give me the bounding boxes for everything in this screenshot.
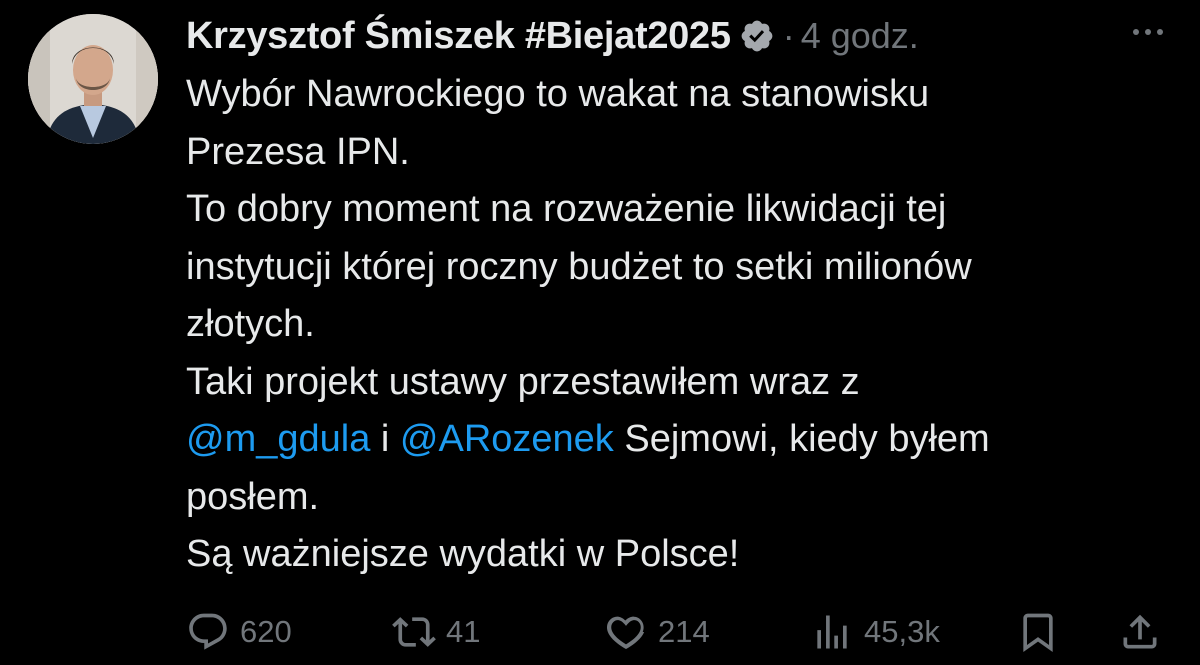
share-button[interactable] xyxy=(1118,604,1162,660)
author-name[interactable]: Krzysztof Śmiszek #Biejat2025 xyxy=(186,15,731,58)
bookmark-icon xyxy=(1016,610,1060,654)
more-dots-icon[interactable] xyxy=(1130,22,1166,42)
mention-link[interactable]: @ARozenek xyxy=(400,418,614,460)
tweet-line: posłem. xyxy=(186,475,320,518)
retweet-count: 41 xyxy=(446,614,481,649)
reply-button[interactable]: 620 xyxy=(186,604,292,660)
tweet-timestamp[interactable]: 4 godz. xyxy=(801,15,919,57)
views-bar-chart-icon xyxy=(810,610,854,654)
tweet-line: Prezesa IPN. xyxy=(186,130,410,173)
like-button[interactable]: 214 xyxy=(604,604,710,660)
verified-badge-icon[interactable] xyxy=(739,18,775,54)
share-icon xyxy=(1118,610,1162,654)
avatar-image xyxy=(28,14,158,144)
action-bar: 620 41 214 45,3k xyxy=(186,604,1166,660)
tweet-line: Wybór Nawrockiego to wakat na stanowisku xyxy=(186,73,930,115)
reply-count: 620 xyxy=(240,614,292,649)
heart-icon xyxy=(604,610,648,654)
avatar[interactable] xyxy=(28,14,158,144)
views-count: 45,3k xyxy=(864,614,940,649)
tweet-line: instytucji której roczny budżet to setki… xyxy=(186,245,972,288)
tweet-line: złotych. xyxy=(186,303,315,345)
tweet-line-mentions: @m_gdula i @ARozenek Sejmowi, kiedy byłe… xyxy=(186,411,1166,469)
like-count: 214 xyxy=(658,614,710,649)
tweet-line: To dobry moment na rozważenie likwidacji… xyxy=(186,188,947,230)
reply-icon xyxy=(186,610,230,654)
tweet-header: Krzysztof Śmiszek #Biejat2025 · 4 godz. xyxy=(186,10,919,62)
meta-separator: · xyxy=(782,15,795,56)
views-button[interactable]: 45,3k xyxy=(810,604,940,660)
tweet-line-tail: Sejmowi, kiedy byłem xyxy=(613,418,990,460)
retweet-icon xyxy=(392,610,436,654)
tweet-text: Wybór Nawrockiego to wakat na stanowisku… xyxy=(186,66,1166,584)
retweet-button[interactable]: 41 xyxy=(392,604,480,660)
mention-link[interactable]: @m_gdula xyxy=(186,418,370,460)
tweet-line: Są ważniejsze wydatki w Polsce! xyxy=(186,533,740,575)
tweet[interactable]: Krzysztof Śmiszek #Biejat2025 · 4 godz. … xyxy=(0,0,1200,665)
mention-joiner: i xyxy=(370,418,400,460)
tweet-line: Taki projekt ustawy przestawiłem wraz z xyxy=(186,360,860,403)
bookmark-button[interactable] xyxy=(1016,604,1060,660)
